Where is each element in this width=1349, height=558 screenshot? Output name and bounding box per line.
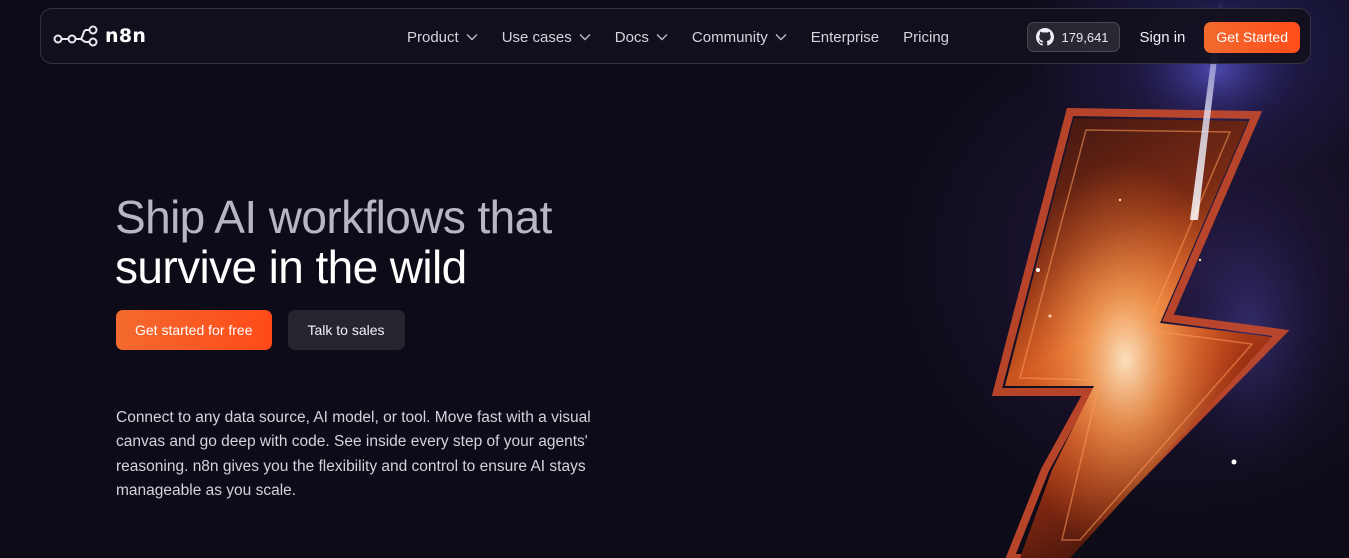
brand-logo[interactable]: n8n xyxy=(53,21,146,51)
hero-cta-row: Get started for free Talk to sales xyxy=(116,310,405,350)
brand-name: n8n xyxy=(105,25,147,47)
nav-item-pricing[interactable]: Pricing xyxy=(903,29,949,46)
nav-item-label: Use cases xyxy=(501,28,572,46)
get-started-button[interactable]: Get Started xyxy=(1204,21,1300,53)
lightning-bolt-illustration xyxy=(991,0,1340,558)
nav-item-docs[interactable]: Docs xyxy=(615,29,668,46)
nav-item-label: Product xyxy=(407,28,459,46)
github-icon xyxy=(1035,28,1054,46)
nav-links: Product Use cases Docs Community Enterpr… xyxy=(407,9,973,65)
talk-to-sales-button[interactable]: Talk to sales xyxy=(287,310,405,350)
get-started-free-button[interactable]: Get started for free xyxy=(116,310,272,350)
sign-in-link[interactable]: Sign in xyxy=(1140,29,1186,46)
chevron-down-icon xyxy=(775,34,787,41)
hero-title-line1: Ship AI workflows that xyxy=(115,191,552,243)
hero-title: Ship AI workflows that survive in the wi… xyxy=(115,192,675,292)
github-stars-button[interactable]: 179,641 xyxy=(1026,22,1120,52)
chevron-down-icon xyxy=(656,34,668,41)
n8n-nodes-logo-icon xyxy=(53,25,98,47)
page: n8n Product Use cases Docs Community Ent… xyxy=(0,0,1349,558)
hero-description: Connect to any data source, AI model, or… xyxy=(116,409,591,499)
nav-item-product[interactable]: Product xyxy=(407,29,478,46)
nav-item-enterprise[interactable]: Enterprise xyxy=(811,29,879,46)
nav-item-use-cases[interactable]: Use cases xyxy=(502,29,591,46)
nav-item-label: Docs xyxy=(614,28,649,46)
hero-title-line2: survive in the wild xyxy=(115,241,467,293)
github-stars-count: 179,641 xyxy=(1061,29,1109,45)
nav-item-label: Community xyxy=(691,28,768,46)
top-navbar: n8n Product Use cases Docs Community Ent… xyxy=(40,8,1311,64)
chevron-down-icon xyxy=(579,34,591,41)
chevron-down-icon xyxy=(466,34,478,41)
nav-item-label: Enterprise xyxy=(810,28,880,46)
nav-actions: 179,641 Sign in Get Started xyxy=(1026,9,1300,65)
nav-item-label: Pricing xyxy=(903,28,950,46)
nav-item-community[interactable]: Community xyxy=(692,29,787,46)
